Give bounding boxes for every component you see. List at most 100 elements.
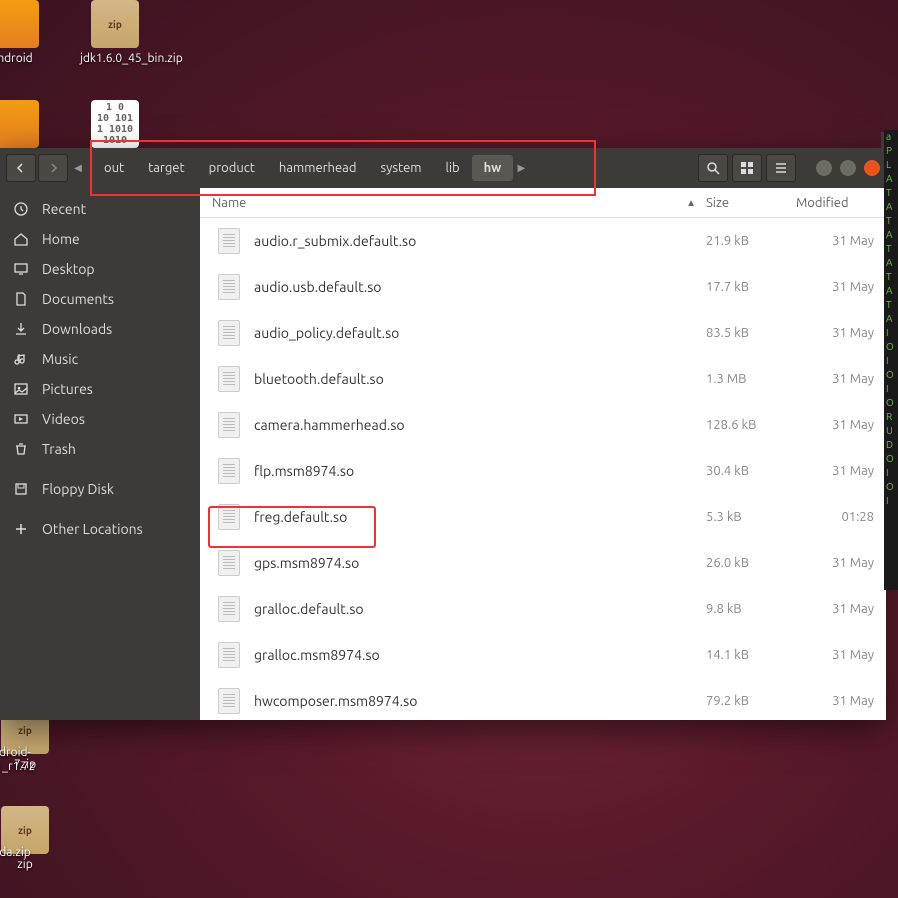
sidebar-item-music[interactable]: Music xyxy=(0,344,200,374)
file-row[interactable]: camera.hammerhead.so128.6 kB31 May xyxy=(200,402,886,448)
view-grid-button[interactable] xyxy=(732,154,762,182)
file-row[interactable]: gralloc.msm8974.so14.1 kB31 May xyxy=(200,632,886,678)
file-icon xyxy=(218,274,240,300)
breadcrumb-segment[interactable]: target xyxy=(136,155,196,181)
sidebar-item-desktop[interactable]: Desktop xyxy=(0,254,200,284)
file-row[interactable]: audio.usb.default.so17.7 kB31 May xyxy=(200,264,886,310)
download-icon xyxy=(12,320,30,338)
folder-icon xyxy=(0,0,39,48)
back-button[interactable] xyxy=(6,154,36,182)
window-minimize-button[interactable] xyxy=(816,160,832,176)
file-modified: 31 May xyxy=(796,694,886,708)
file-name: audio.r_submix.default.so xyxy=(254,233,706,249)
window-maximize-button[interactable] xyxy=(840,160,856,176)
file-row[interactable]: gralloc.default.so9.8 kB31 May xyxy=(200,586,886,632)
sidebar-item-videos[interactable]: Videos xyxy=(0,404,200,434)
breadcrumb-segment[interactable]: system xyxy=(368,155,433,181)
file-size: 83.5 kB xyxy=(706,326,796,340)
hamburger-menu-button[interactable] xyxy=(766,154,796,182)
file-name: bluetooth.default.so xyxy=(254,371,706,387)
file-name: camera.hammerhead.so xyxy=(254,417,706,433)
sidebar-item-label: Floppy Disk xyxy=(42,481,114,497)
floppy-icon xyxy=(12,480,30,498)
file-size: 17.7 kB xyxy=(706,280,796,294)
sidebar-item-label: Music xyxy=(42,351,78,367)
breadcrumb-overflow-left-icon[interactable]: ◀ xyxy=(70,162,86,174)
desktop-icon-label: jdk1.6.0_45_bin.zip xyxy=(80,52,150,66)
desktop-icon[interactable]: zip jdk1.6.0_45_bin.zip xyxy=(80,0,150,66)
column-header-size[interactable]: Size xyxy=(706,196,796,210)
breadcrumb-segment[interactable]: hammerhead xyxy=(267,155,369,181)
file-size: 79.2 kB xyxy=(706,694,796,708)
doc-icon xyxy=(12,290,30,308)
sidebar-item-home[interactable]: Home xyxy=(0,224,200,254)
desktop-icon[interactable]: da.zip xyxy=(0,846,50,860)
file-name: freg.default.so xyxy=(254,509,706,525)
file-row[interactable]: audio_policy.default.so83.5 kB31 May xyxy=(200,310,886,356)
forward-button[interactable] xyxy=(38,154,68,182)
sidebar-item-recent[interactable]: Recent xyxy=(0,194,200,224)
file-icon xyxy=(218,596,240,622)
breadcrumb-segment[interactable]: hw xyxy=(472,155,514,181)
file-name: hwcomposer.msm8974.so xyxy=(254,693,706,709)
file-list: Name ▲ Size Modified audio.r_submix.defa… xyxy=(200,188,886,720)
file-size: 14.1 kB xyxy=(706,648,796,662)
search-icon xyxy=(706,161,720,175)
file-modified: 31 May xyxy=(796,372,886,386)
file-row[interactable]: freg.default.so5.3 kB01:28 xyxy=(200,494,886,540)
chevron-left-icon xyxy=(16,163,26,173)
file-modified: 31 May xyxy=(796,326,886,340)
file-size: 128.6 kB xyxy=(706,418,796,432)
music-icon xyxy=(12,350,30,368)
file-icon xyxy=(218,642,240,668)
file-row[interactable]: audio.r_submix.default.so21.9 kB31 May xyxy=(200,218,886,264)
sort-ascending-icon: ▲ xyxy=(686,197,696,209)
clock-icon xyxy=(12,200,30,218)
file-name: audio_policy.default.so xyxy=(254,325,706,341)
desktop-icon[interactable]: zipzip xyxy=(0,806,60,872)
file-row[interactable]: flp.msm8974.so30.4 kB31 May xyxy=(200,448,886,494)
desktop-icon[interactable]: ndroid xyxy=(0,0,50,66)
breadcrumb-overflow-right-icon[interactable]: ▶ xyxy=(513,162,529,174)
search-button[interactable] xyxy=(698,154,728,182)
file-size: 5.3 kB xyxy=(706,510,796,524)
file-row[interactable]: gps.msm8974.so26.0 kB31 May xyxy=(200,540,886,586)
file-modified: 31 May xyxy=(796,280,886,294)
breadcrumb: outtargetproducthammerheadsystemlibhw xyxy=(92,155,513,181)
sidebar-item-downloads[interactable]: Downloads xyxy=(0,314,200,344)
desktop-icon-label: droid-1_r1.7z xyxy=(0,746,50,775)
sidebar-item-pictures[interactable]: Pictures xyxy=(0,374,200,404)
chevron-right-icon xyxy=(48,163,58,173)
sidebar-item-label: Other Locations xyxy=(42,521,143,537)
breadcrumb-segment[interactable]: lib xyxy=(433,155,471,181)
breadcrumb-segment[interactable]: out xyxy=(92,155,136,181)
sidebar-item-label: Downloads xyxy=(42,321,112,337)
sidebar-item-other-locations[interactable]: Other Locations xyxy=(0,514,200,544)
file-row[interactable]: bluetooth.default.so1.3 MB31 May xyxy=(200,356,886,402)
archive-icon: zip xyxy=(91,0,139,48)
home-icon xyxy=(12,230,30,248)
plus-icon xyxy=(12,520,30,538)
sidebar-item-documents[interactable]: Documents xyxy=(0,284,200,314)
file-modified: 31 May xyxy=(796,556,886,570)
file-manager-window: ◀ outtargetproducthammerheadsystemlibhw … xyxy=(0,148,886,720)
sidebar-item-label: Trash xyxy=(42,441,76,457)
file-row[interactable]: hwcomposer.msm8974.so79.2 kB31 May xyxy=(200,678,886,720)
sidebar-item-floppy-disk[interactable]: Floppy Disk xyxy=(0,474,200,504)
file-modified: 31 May xyxy=(796,648,886,662)
file-icon xyxy=(218,228,240,254)
sidebar-item-trash[interactable]: Trash xyxy=(0,434,200,464)
breadcrumb-segment[interactable]: product xyxy=(197,155,267,181)
file-modified: 31 May xyxy=(796,464,886,478)
grid-icon xyxy=(740,161,754,175)
window-close-button[interactable] xyxy=(864,160,880,176)
hamburger-icon xyxy=(774,161,788,175)
sidebar-item-label: Videos xyxy=(42,411,85,427)
column-headers: Name ▲ Size Modified xyxy=(200,188,886,218)
text-file-icon: 1 010 1011 10101010 xyxy=(91,100,139,148)
desktop-icon[interactable]: droid-1_r1.7z xyxy=(0,746,50,775)
file-icon xyxy=(218,458,240,484)
file-modified: 31 May xyxy=(796,234,886,248)
column-header-modified[interactable]: Modified xyxy=(796,196,886,210)
column-header-name[interactable]: Name ▲ xyxy=(200,196,706,210)
